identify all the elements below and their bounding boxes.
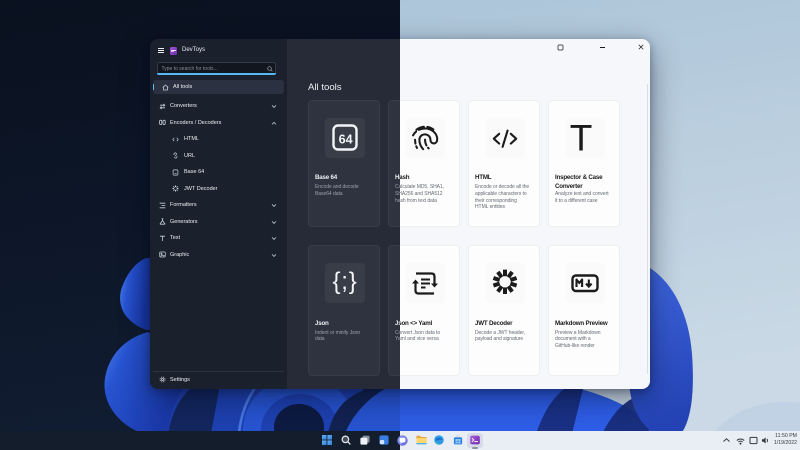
- svg-text:64: 64: [339, 132, 353, 146]
- svg-text:T: T: [570, 118, 593, 158]
- svg-text:{;}: {;}: [332, 268, 357, 295]
